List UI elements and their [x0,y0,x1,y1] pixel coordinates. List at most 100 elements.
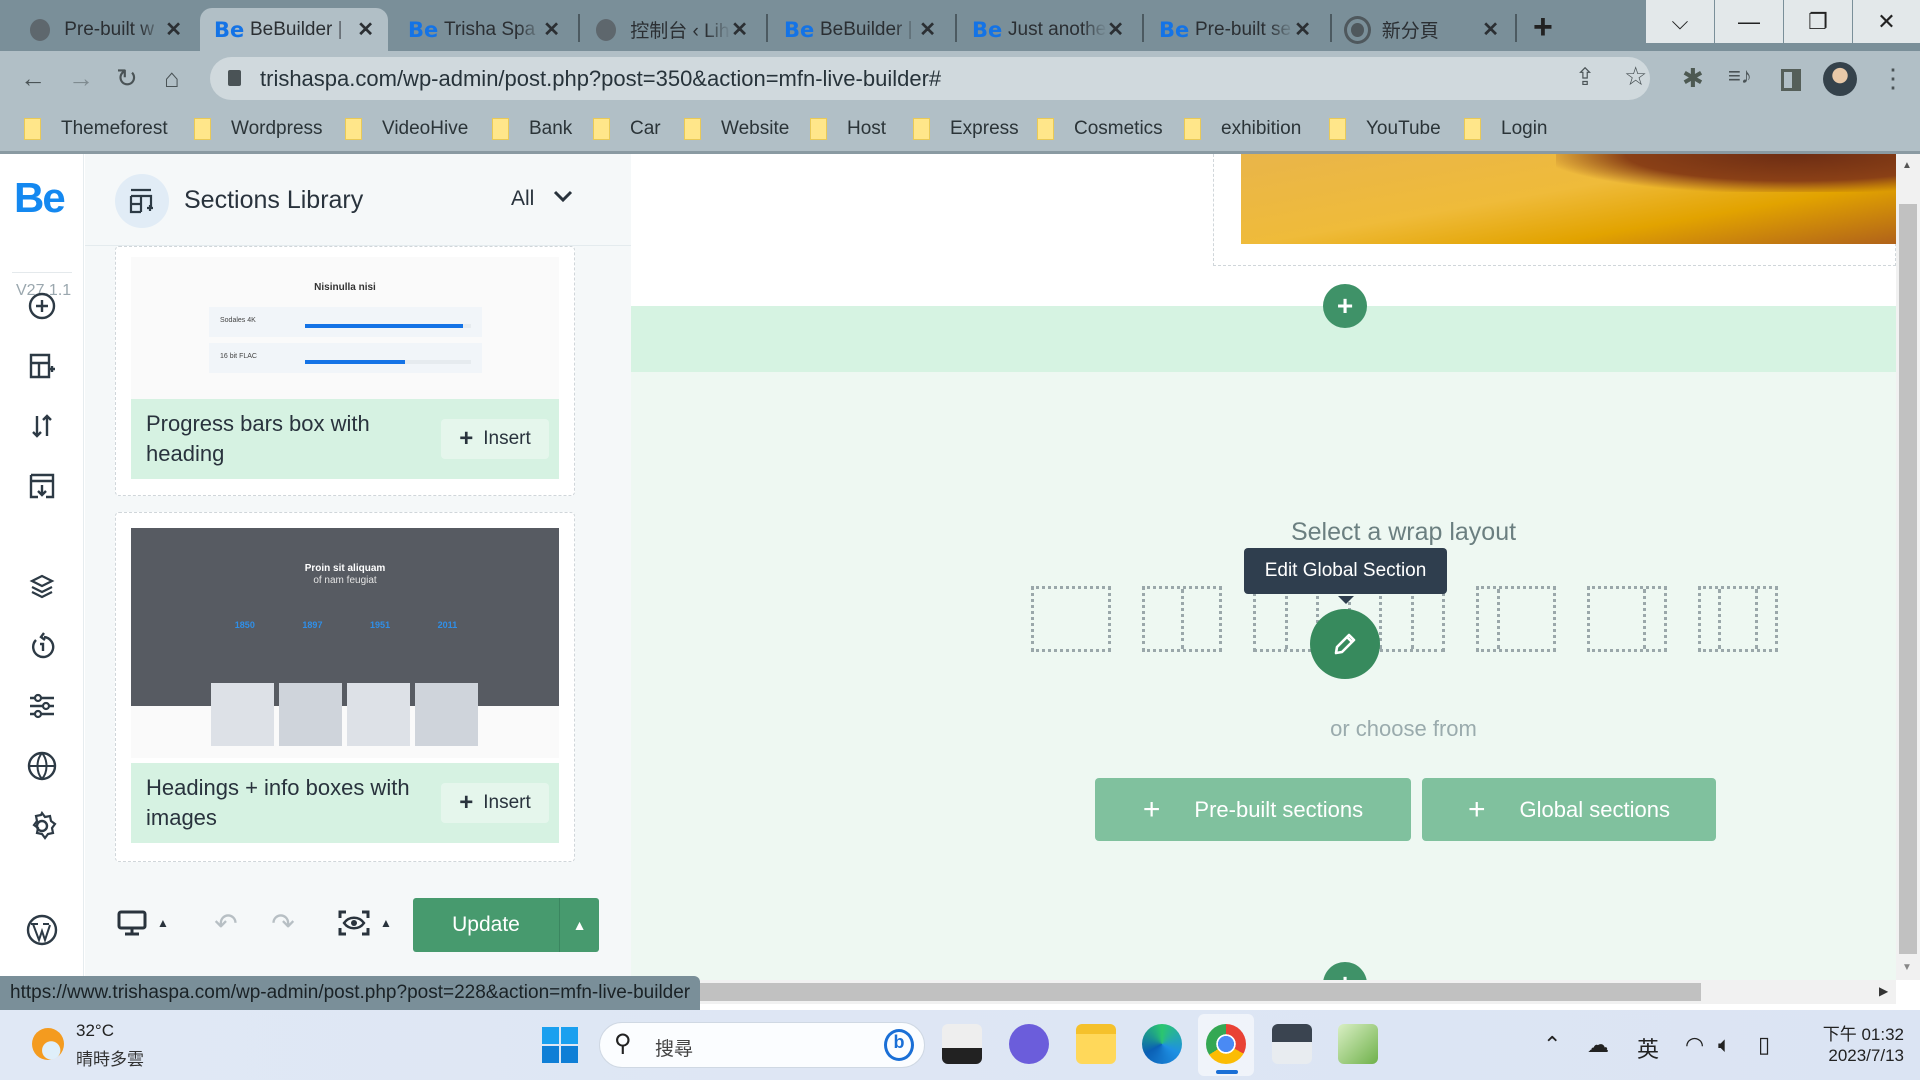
weather-icon[interactable] [32,1028,64,1060]
close-window-button[interactable]: ✕ [1853,0,1920,43]
edge-icon[interactable] [1142,1024,1182,1064]
horizontal-scrollbar[interactable]: ▶ [631,980,1896,1004]
extensions-icon[interactable]: ✱ [1682,63,1704,94]
profile-avatar[interactable] [1823,62,1857,96]
restore-button[interactable]: ❐ [1784,0,1852,43]
section-image[interactable] [1241,154,1896,244]
chevron-down-icon[interactable] [551,184,575,208]
start-button[interactable] [542,1027,578,1063]
weather-temp[interactable]: 32°C [76,1021,114,1041]
bookmark-item[interactable]: exhibition [1184,118,1301,140]
close-tab-icon[interactable]: ✕ [357,17,374,42]
wifi-icon[interactable]: ◠ [1685,1032,1704,1058]
tab-4[interactable]: Be BeBuilder | ✕ [770,8,950,51]
add-section-icon[interactable] [24,348,60,384]
close-tab-icon[interactable]: ✕ [1107,17,1124,42]
insert-button[interactable]: + Insert [441,419,549,459]
scrollbar-thumb[interactable] [1899,204,1917,954]
settings-sliders-icon[interactable] [24,688,60,724]
side-panel-icon[interactable] [1781,69,1801,91]
vertical-scrollbar[interactable]: ▲ ▼ [1896,154,1920,980]
layout-option-1-1[interactable] [1142,586,1222,652]
scroll-right-icon[interactable]: ▶ [1879,984,1888,998]
layout-option-1-2-1[interactable] [1698,586,1778,652]
globe-icon[interactable] [24,748,60,784]
teams-chat-icon[interactable] [1009,1024,1049,1064]
preview-mode-button[interactable]: ▲ [325,896,405,950]
close-tab-icon[interactable]: ✕ [731,17,748,42]
bing-icon[interactable]: b [884,1029,914,1061]
update-button[interactable]: Update [413,898,559,952]
bookmark-item[interactable]: Wordpress [194,118,323,140]
sort-icon[interactable] [24,408,60,444]
global-sections-button[interactable]: + Global sections [1422,778,1716,841]
be-logo[interactable]: Be [14,174,66,222]
bookmark-item[interactable]: Car [593,118,661,140]
bookmark-item[interactable]: YouTube [1329,118,1441,140]
clock-time[interactable]: 下午 01:32 [1808,1020,1904,1045]
reload-icon[interactable]: ↻ [116,63,138,94]
file-explorer-icon[interactable] [1076,1024,1116,1064]
back-icon[interactable]: ← [20,63,46,94]
bookmark-item[interactable]: VideoHive [345,118,468,140]
layout-option-1-3[interactable] [1476,586,1556,652]
bookmark-item[interactable]: Themeforest [24,118,168,140]
media-queue-icon[interactable]: ≡♪ [1728,63,1752,89]
tab-5[interactable]: Be Just anothe ✕ [958,8,1138,51]
notepad-plus-icon[interactable] [1338,1024,1378,1064]
device-preview-button[interactable]: ▲ [103,896,183,950]
new-tab-button[interactable]: + [1533,8,1553,47]
scrollbar-thumb[interactable] [631,983,1701,1001]
minimize-button[interactable]: — [1715,0,1783,43]
undo-button[interactable]: ↶ [198,896,254,950]
scroll-up-icon[interactable]: ▲ [1902,160,1912,171]
weather-desc[interactable]: 晴時多雲 [76,1045,144,1070]
close-tab-icon[interactable]: ✕ [165,17,182,42]
redo-button[interactable]: ↷ [255,896,311,950]
url-text[interactable]: trishaspa.com/wp-admin/post.php?post=350… [260,66,941,92]
pre-built-sections-button[interactable]: + Pre-built sections [1095,778,1411,841]
printer-app-icon[interactable] [1272,1024,1312,1064]
show-hidden-icons-icon[interactable]: ⌃ [1543,1032,1561,1058]
bookmark-item[interactable]: Bank [492,118,572,140]
address-bar[interactable]: trishaspa.com/wp-admin/post.php?post=350… [210,57,1650,100]
menu-kebab-icon[interactable]: ⋮ [1880,63,1906,94]
add-section-button[interactable]: + [1323,962,1367,980]
onedrive-icon[interactable]: ☁ [1587,1032,1609,1058]
close-tab-icon[interactable]: ✕ [1482,17,1499,42]
battery-icon[interactable]: ▯ [1758,1032,1770,1058]
close-tab-icon[interactable]: ✕ [1294,17,1311,42]
category-filter[interactable]: All [511,187,534,211]
tab-7[interactable]: 新分頁 ✕ [1333,8,1513,51]
layers-icon[interactable] [24,568,60,604]
tab-6[interactable]: Be Pre-built se ✕ [1145,8,1325,51]
clock-date[interactable]: 2023/7/13 [1808,1046,1904,1066]
task-view-icon[interactable] [942,1024,982,1064]
forward-icon[interactable]: → [68,63,94,94]
add-element-icon[interactable] [24,288,60,324]
insert-button[interactable]: + Insert [441,783,549,823]
close-tab-icon[interactable]: ✕ [919,17,936,42]
tab-search-button[interactable]: ⌵ [1646,0,1714,43]
bookmark-item[interactable]: Express [913,118,1019,140]
history-icon[interactable] [24,628,60,664]
tab-0[interactable]: Pre-built w ✕ [16,8,196,51]
bookmark-item[interactable]: Website [684,118,789,140]
update-options-button[interactable]: ▲ [559,898,599,952]
bookmark-item[interactable]: Host [810,118,886,140]
section-preview[interactable]: Proin sit aliquam of nam feugiat 1850 18… [131,528,559,758]
tab-3[interactable]: 控制台 ‹ Lih ✕ [582,8,762,51]
add-section-button[interactable]: + [1323,284,1367,328]
layout-option-3-1[interactable] [1587,586,1667,652]
volume-icon[interactable]: 🔈︎ [1718,1032,1731,1058]
gear-icon[interactable] [24,808,60,844]
bookmark-star-icon[interactable]: ☆ [1624,61,1647,92]
tab-2[interactable]: Be Trisha Spa - ✕ [394,8,574,51]
wordpress-icon[interactable] [24,912,60,948]
taskbar-search[interactable]: ⚲ 搜尋 b [599,1022,925,1068]
chrome-icon[interactable] [1206,1024,1246,1064]
bookmark-item[interactable]: Cosmetics [1037,118,1163,140]
scroll-down-icon[interactable]: ▼ [1902,962,1912,973]
edit-global-section-button[interactable] [1310,609,1380,679]
share-icon[interactable]: ⇪ [1575,63,1595,92]
